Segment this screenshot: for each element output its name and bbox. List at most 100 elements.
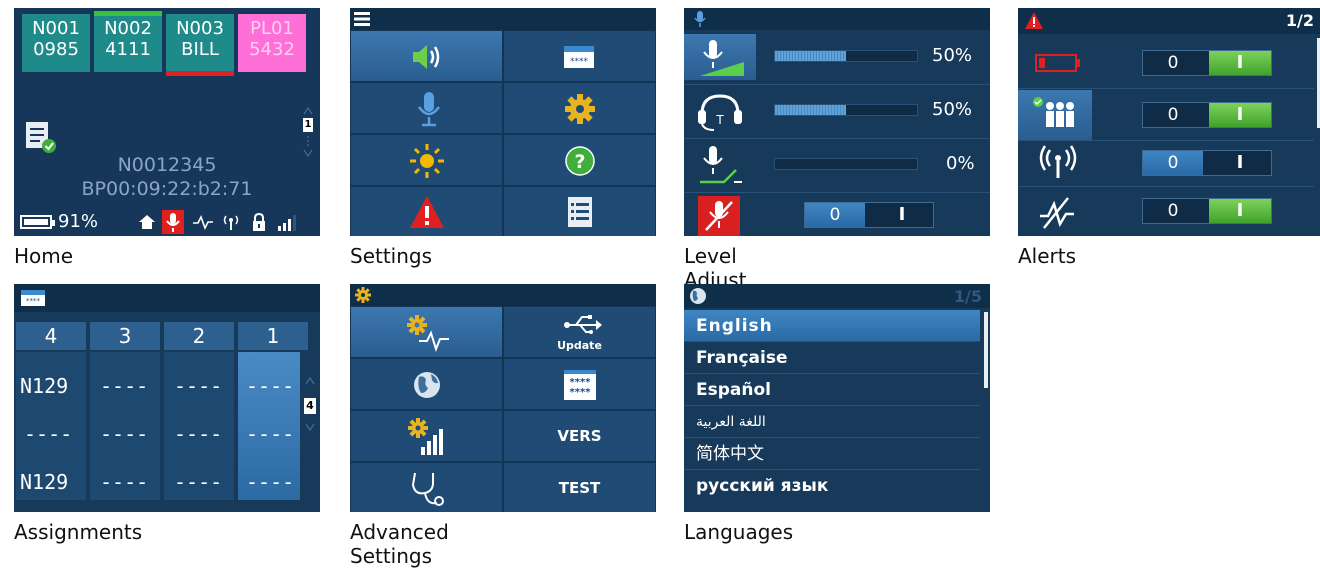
settings-microphone[interactable] [350,82,503,134]
language-english[interactable]: English [684,310,980,342]
device-id: N0012345 [117,154,217,176]
scroll-indicator[interactable]: 4 [304,374,316,434]
advanced-language[interactable] [350,358,503,410]
tile-1[interactable]: N001 0985 [22,14,90,72]
status-bar: 91% [14,208,320,236]
signal-alert-toggle[interactable]: 0 I [1142,198,1272,224]
update-label: Update [557,339,602,352]
mic-level-fill [775,51,846,61]
home-caption: Home [14,244,74,268]
settings-help[interactable]: ? [503,134,656,186]
advanced-pin[interactable]: **** **** [503,358,656,410]
column-header-3: 3 [90,322,160,350]
toggle-switch: I [1209,103,1271,127]
tile-2[interactable]: N002 4111 [94,11,162,72]
level-row-headset[interactable]: T 50% [684,86,990,136]
tile-alert-bar [166,71,234,76]
microphone-icon [417,92,441,127]
tile-line1: PL01 [250,18,294,39]
speaker-icon [413,45,440,69]
advanced-settings-caption: Advanced Settings [350,520,449,568]
cell: ---- [174,470,223,494]
mute-toggle-switch: I [898,204,906,225]
scroll-indicator[interactable]: 1 [302,104,314,160]
gear-icon [565,94,595,124]
tile-3[interactable]: N003 BILL [166,14,234,76]
settings-list[interactable] [503,186,656,236]
tile-line1: N003 [176,18,224,39]
assignments-topbar: **** [14,284,320,312]
svg-text:****: **** [26,297,41,305]
home-icon[interactable] [138,214,156,234]
languages-page: 1/5 [953,287,982,306]
advanced-test[interactable] [350,462,503,512]
globe-icon [690,288,706,304]
tile-4[interactable]: PL01 5432 [238,14,306,72]
advanced-version[interactable]: VERS [503,410,656,462]
settings-advanced[interactable] [503,82,656,134]
language-russian[interactable]: русский язык [684,470,980,502]
mic-level-bar[interactable] [774,50,918,62]
level-row-mic[interactable]: 50% [684,32,990,82]
warning-icon [1025,12,1043,29]
home-screen: N001 0985 N002 4111 N003 BILL PL01 5432 … [14,8,320,236]
svg-text:?: ? [574,151,585,173]
column-header-2: 2 [164,322,234,350]
bluetooth-address: BP00:09:22:b2:71 [81,178,253,200]
settings-brightness[interactable] [350,134,503,186]
level-row-sidetone[interactable]: 0% [684,140,990,190]
settings-alerts[interactable] [350,186,503,236]
languages-scrollbar[interactable] [984,312,988,388]
cell: N129 [20,374,69,398]
vers-label: VERS [557,427,602,445]
battery-low-icon [1035,54,1080,72]
settings-caption: Settings [350,244,433,268]
alert-row-battery[interactable]: 0 I [1018,38,1314,88]
language-chinese[interactable]: 简体中文 [684,438,980,470]
usb-icon [564,315,602,334]
toggle-value: 0 [1167,53,1179,73]
alert-row-wireless[interactable]: 0 I [1018,142,1314,186]
language-arabic[interactable]: اللغة العربية [684,406,980,438]
advanced-alert-settings[interactable] [350,306,503,358]
alerts-screen: 1/2 0 I 0 I 0 I 0 I [1018,8,1320,236]
lock-icon [250,212,268,236]
tile-line2: 0985 [33,39,79,60]
group-alert-toggle[interactable]: 0 I [1142,102,1272,128]
row-divider [684,192,990,193]
advanced-rf-settings[interactable] [350,410,503,462]
headset-level-value: 50% [932,99,973,120]
sidetone-level-bar[interactable] [774,158,918,170]
alert-row-group[interactable]: 0 I [1018,90,1314,140]
language-french[interactable]: Française [684,342,980,374]
battery-alert-toggle[interactable]: 0 I [1142,50,1272,76]
sidetone-level-value: 0% [946,153,975,174]
cell: ---- [100,374,149,398]
mic-mute-icon [698,196,740,236]
languages-caption: Languages [684,520,794,544]
cell: ---- [24,422,73,446]
headset-level-bar[interactable] [774,104,918,116]
mic-muted-icon[interactable] [162,210,184,234]
page-number: 1 [303,118,313,132]
wireless-alert-toggle[interactable]: 0 I [1142,150,1272,176]
mute-toggle[interactable]: 0 I [804,202,934,228]
row-divider [1018,186,1314,187]
alert-row-signal[interactable]: 0 I [1018,188,1314,236]
language-spanish[interactable]: Español [684,374,980,406]
row-divider [684,84,990,85]
assignments-screen: **** 4 3 2 1 N129 ---- ---- ---- ---- --… [14,284,320,512]
advanced-update[interactable]: Update [503,306,656,358]
toggle-value: 0 [1143,151,1203,175]
settings-assignments[interactable]: **** [503,30,656,82]
advanced-test-label-cell[interactable]: TEST [503,462,656,512]
task-list-icon[interactable] [24,120,58,158]
assignments-icon: **** [564,46,594,68]
toggle-switch: I [1209,51,1271,75]
toggle-value: 0 [1167,105,1179,125]
level-row-mute[interactable]: 0 I [684,194,990,236]
settings-volume[interactable] [350,30,503,82]
menu-icon[interactable] [354,11,372,31]
cell: ---- [246,374,295,398]
battery-percent: 91% [58,211,99,232]
